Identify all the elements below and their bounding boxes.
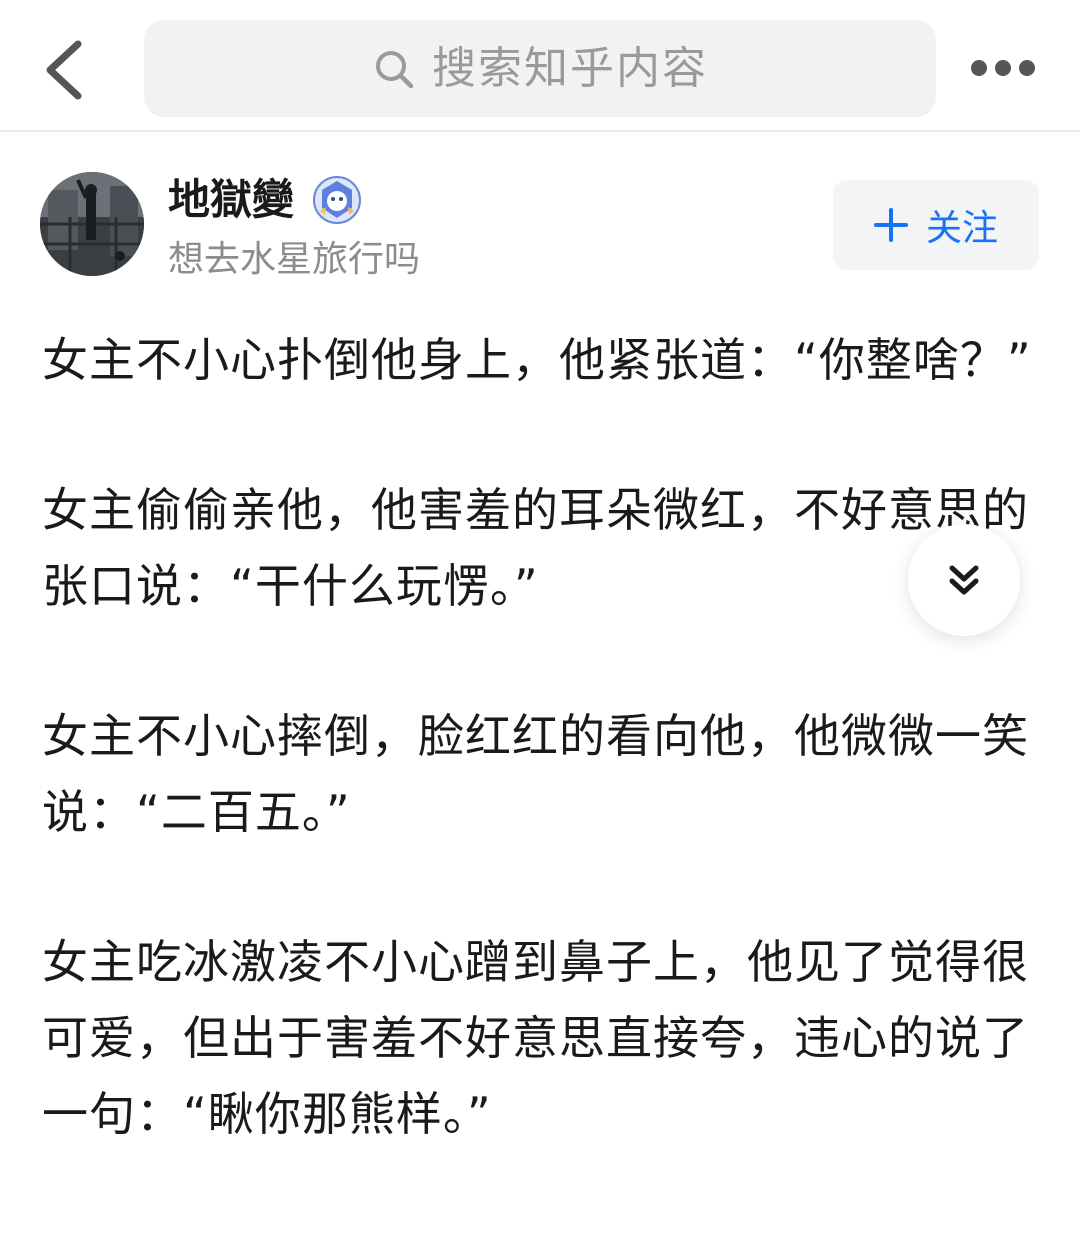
- article-paragraph: 女主不小心扑倒他身上，他紧张道：“你整啥？”: [42, 333, 1032, 387]
- article-paragraph: 女主偷偷亲他，他害羞的耳朵微红，不好意思的张口说：“干什么玩愣。”: [42, 483, 1029, 613]
- chevron-left-icon: [46, 40, 82, 100]
- more-horizontal-icon: [971, 60, 1035, 76]
- top-bar: 搜索知乎内容: [0, 0, 1080, 132]
- search-bar[interactable]: 搜索知乎内容: [144, 20, 936, 117]
- avatar-image: [40, 172, 144, 276]
- back-button[interactable]: [34, 34, 98, 106]
- avatar[interactable]: [40, 172, 144, 276]
- follow-button[interactable]: 关注: [833, 180, 1039, 270]
- author-name[interactable]: 地獄變: [168, 172, 294, 228]
- article-paragraph: 女主吃冰激凌不小心蹭到鼻子上，他见了觉得很可爱，但出于害羞不好意思直接夸，违心的…: [42, 935, 1029, 1141]
- article-content: 女主不小心扑倒他身上，他紧张道：“你整啥？” 女主偷偷亲他，他害羞的耳朵微红，不…: [42, 322, 1038, 1226]
- plus-icon: [873, 208, 908, 242]
- chevrons-down-icon: [949, 565, 979, 595]
- author-bio: 想去水星旅行吗: [168, 239, 421, 280]
- more-button[interactable]: [968, 48, 1038, 88]
- search-icon: [376, 50, 414, 88]
- search-placeholder: 搜索知乎内容: [432, 42, 708, 94]
- scroll-down-button[interactable]: [908, 524, 1020, 636]
- follow-label: 关注: [925, 208, 998, 249]
- article-paragraph: 女主不小心摔倒，脸红红的看向他，他微微一笑说：“二百五。”: [42, 709, 1029, 839]
- verified-badge-icon: [312, 175, 362, 225]
